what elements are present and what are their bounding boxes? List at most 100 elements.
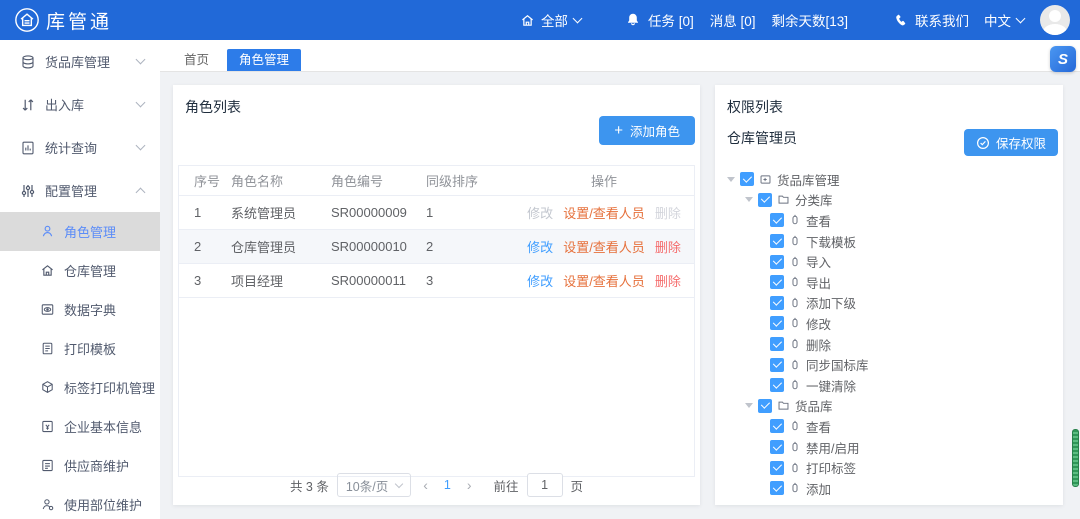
edit-link[interactable]: 修改 [527, 271, 553, 290]
customer-service-widget[interactable]: S [1050, 46, 1076, 72]
caret-icon[interactable] [745, 197, 753, 206]
tree-node[interactable]: 禁用/启用 [727, 437, 1057, 458]
tree-node[interactable]: 打印标签 [727, 457, 1057, 478]
next-page-button[interactable]: › [463, 477, 476, 493]
goto-page-input[interactable] [527, 473, 563, 497]
chevron-up-icon [136, 187, 146, 197]
checkbox-checked[interactable] [770, 275, 784, 289]
delete-link[interactable]: 删除 [655, 237, 681, 256]
warehouse-icon [520, 13, 535, 28]
selected-role-name: 仓库管理员 [727, 128, 797, 148]
person-icon [40, 224, 55, 239]
database-icon [20, 54, 36, 70]
user-location-icon [40, 497, 55, 512]
tab-home[interactable]: 首页 [172, 49, 221, 71]
checkbox-checked[interactable] [770, 419, 784, 433]
save-permissions-button[interactable]: 保存权限 [964, 129, 1058, 156]
tree-node[interactable]: 修改 [727, 313, 1057, 334]
checkbox-checked[interactable] [770, 440, 784, 454]
language-selector[interactable]: 中文 [984, 10, 1024, 30]
green-scrollbar-thumb[interactable] [1072, 429, 1079, 487]
folder-icon [777, 193, 790, 206]
edit-link[interactable]: 修改 [527, 237, 553, 256]
sidebar-item-in-out[interactable]: 出入库 [0, 83, 160, 126]
checkbox-checked[interactable] [740, 172, 754, 186]
tree-node[interactable]: 查看 [727, 210, 1057, 231]
column-header: 角色名称 [231, 171, 331, 190]
plus-icon: + [614, 123, 623, 138]
tree-node[interactable]: 导出 [727, 272, 1057, 293]
sidebar-item-goods-library[interactable]: 货品库管理 [0, 40, 160, 83]
chevron-down-icon [136, 55, 146, 65]
pagination: 共 3 条 10条/页 ‹ 1 › 前往 页 [173, 473, 700, 497]
tree-node[interactable]: 同步国标库 [727, 354, 1057, 375]
tree-node[interactable]: 删除 [727, 334, 1057, 355]
assign-users-link[interactable]: 设置/查看人员 [563, 203, 645, 222]
checkbox-checked[interactable] [770, 461, 784, 475]
sidebar-item-label-printer[interactable]: 标签打印机管理 [0, 368, 160, 407]
house-icon [40, 263, 55, 278]
checkbox-checked[interactable] [770, 481, 784, 495]
assign-users-link[interactable]: 设置/查看人员 [563, 237, 645, 256]
sidebar-item-data-dictionary[interactable]: 数据字典 [0, 290, 160, 329]
caret-icon[interactable] [727, 177, 735, 186]
action-tap-icon [789, 420, 801, 432]
checkbox-checked[interactable] [770, 316, 784, 330]
dictionary-eye-icon [40, 302, 55, 317]
caret-icon[interactable] [745, 403, 753, 412]
action-tap-icon [789, 256, 801, 268]
tree-node[interactable]: 货品库 [727, 396, 1057, 417]
prev-page-button[interactable]: ‹ [419, 477, 432, 493]
sidebar-item-role-management[interactable]: 角色管理 [0, 212, 160, 251]
checkbox-checked[interactable] [758, 193, 772, 207]
contact-us-link[interactable]: 联系我们 [894, 10, 969, 30]
table-row-selected[interactable]: 2 仓库管理员 SR00000010 2 修改 设置/查看人员 删除 [179, 230, 694, 264]
checkbox-checked[interactable] [770, 296, 784, 310]
tree-node[interactable]: 添加下级 [727, 293, 1057, 314]
sidebar-item-label: 统计查询 [45, 138, 97, 157]
action-tap-icon [789, 235, 801, 247]
sidebar-item-config[interactable]: 配置管理 [0, 169, 160, 212]
notification-bell[interactable] [625, 12, 641, 28]
tree-node[interactable]: 添加 [727, 478, 1057, 499]
checkbox-checked[interactable] [770, 213, 784, 227]
cube-icon [40, 380, 55, 395]
table-row[interactable]: 1 系统管理员 SR00000009 1 修改 设置/查看人员 删除 [179, 196, 694, 230]
role-list-panel: 角色列表 + 添加角色 序号 角色名称 角色编号 同级排序 操作 1 [173, 85, 700, 505]
user-avatar[interactable] [1040, 5, 1070, 35]
tab-role-management[interactable]: 角色管理 [227, 49, 301, 71]
messages-link[interactable]: 消息 [0] [710, 10, 756, 30]
sidebar-item-print-template[interactable]: 打印模板 [0, 329, 160, 368]
in-out-arrows-icon [20, 97, 36, 113]
checkbox-checked[interactable] [770, 255, 784, 269]
checkbox-checked[interactable] [770, 234, 784, 248]
current-page[interactable]: 1 [440, 478, 455, 492]
tree-node[interactable]: 分类库 [727, 190, 1057, 211]
sidebar-item-usage-location[interactable]: 使用部位维护 [0, 485, 160, 519]
sidebar-item-enterprise-info[interactable]: 企业基本信息 [0, 407, 160, 446]
tasks-link[interactable]: 任务 [0] [648, 10, 694, 30]
sidebar-item-supplier[interactable]: 供应商维护 [0, 446, 160, 485]
checkbox-checked[interactable] [770, 378, 784, 392]
tree-node[interactable]: 导入 [727, 251, 1057, 272]
action-tap-icon [789, 462, 801, 474]
table-row[interactable]: 3 项目经理 SR00000011 3 修改 设置/查看人员 删除 [179, 264, 694, 298]
sidebar-item-warehouse-management[interactable]: 仓库管理 [0, 251, 160, 290]
sidebar-item-statistics[interactable]: 统计查询 [0, 126, 160, 169]
page-size-select[interactable]: 10条/页 [337, 473, 411, 497]
role-panel-title: 角色列表 [173, 85, 700, 117]
action-tap-icon [789, 317, 801, 329]
tree-node[interactable]: 一键清除 [727, 375, 1057, 396]
tree-node[interactable]: 查看 [727, 416, 1057, 437]
checkbox-checked[interactable] [770, 358, 784, 372]
delete-link[interactable]: 删除 [655, 271, 681, 290]
scope-selector[interactable]: 全部 [520, 10, 581, 30]
checkbox-checked[interactable] [758, 399, 772, 413]
chevron-down-icon [1016, 14, 1026, 24]
assign-users-link[interactable]: 设置/查看人员 [563, 271, 645, 290]
checkbox-checked[interactable] [770, 337, 784, 351]
add-role-button[interactable]: + 添加角色 [599, 116, 695, 145]
app-title: 库管通 [46, 7, 112, 34]
tree-node[interactable]: 货品库管理 [727, 169, 1057, 190]
tree-node[interactable]: 下载模板 [727, 231, 1057, 252]
